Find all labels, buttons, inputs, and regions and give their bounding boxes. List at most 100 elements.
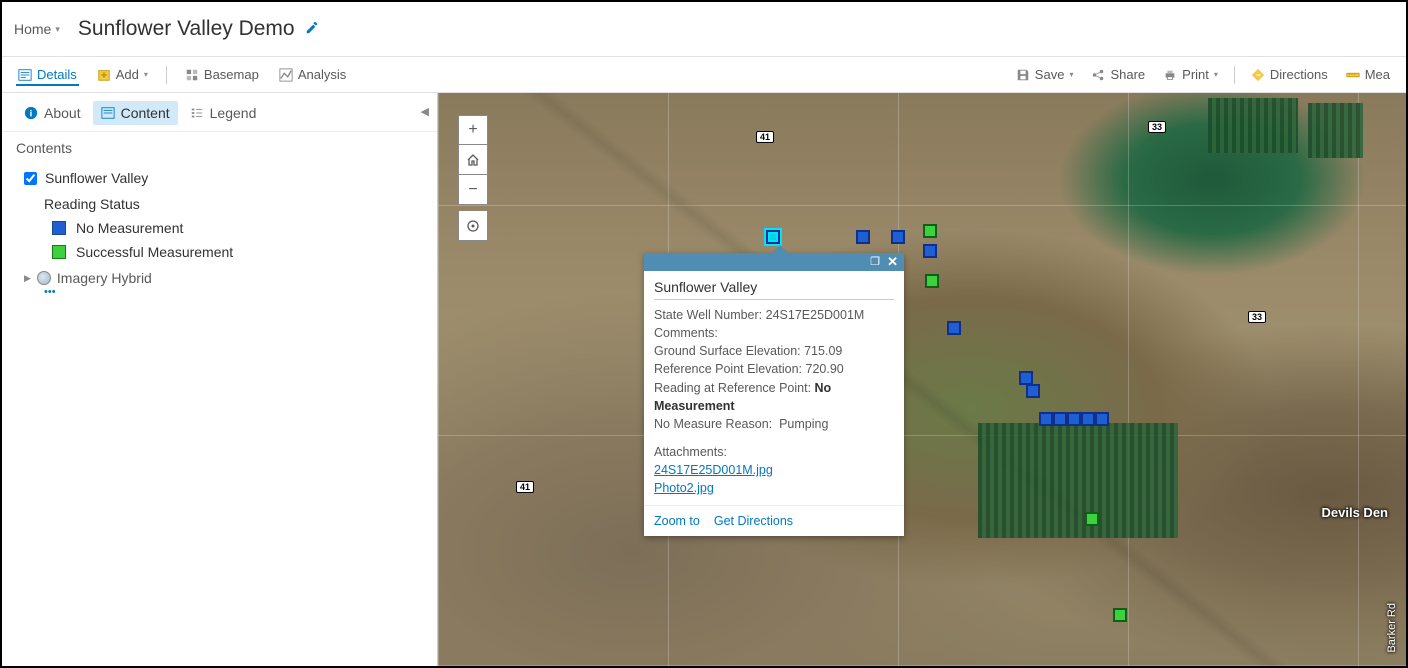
map-canvas[interactable]: + − 41 41 33 33 Devils Den Barker Rd [438,93,1406,666]
highway-shield: 41 [516,481,534,493]
field-label: Reading at Reference Point: [654,381,811,395]
popup-header: ❐ ✕ [644,253,904,271]
popup-title: Sunflower Valley [654,279,894,300]
field-label: Ground Surface Elevation: [654,344,801,358]
field-label: State Well Number: [654,308,762,322]
legend-label: Successful Measurement [76,244,233,260]
details-label: Details [37,67,77,82]
edit-title-icon[interactable] [305,21,319,38]
layer-more-icon[interactable]: ••• [16,286,423,298]
details-button[interactable]: Details [16,63,79,86]
marker-successful[interactable] [925,274,939,288]
farmland-patch [1208,98,1298,153]
marker-successful[interactable] [1113,608,1127,622]
share-button[interactable]: Share [1089,63,1147,86]
marker-no-measurement[interactable] [1026,384,1040,398]
marker-no-measurement[interactable] [1019,371,1033,385]
marker-no-measurement[interactable] [856,230,870,244]
collapse-sidebar-icon[interactable]: ◀ [421,105,429,118]
tab-about[interactable]: i About [16,101,89,125]
globe-icon [37,271,51,285]
basemap-layer-item[interactable]: ▶ Imagery Hybrid [16,264,423,286]
field-label: No Measure Reason: [654,417,772,431]
expand-icon[interactable]: ▶ [24,273,31,284]
analysis-button[interactable]: Analysis [277,63,348,86]
field-value: Pumping [779,417,828,431]
layer-item[interactable]: Sunflower Valley [16,164,423,192]
measure-button[interactable]: Mea [1344,63,1392,86]
marker-no-measurement[interactable] [1053,412,1067,426]
highway-shield: 33 [1148,121,1166,133]
home-menu[interactable]: Home [14,21,60,37]
marker-no-measurement[interactable] [1039,412,1053,426]
legend-label: No Measurement [76,220,183,236]
field-value: 715.09 [804,344,842,358]
home-extent-button[interactable] [458,145,488,175]
field-value: 720.90 [806,362,844,376]
marker-selected[interactable] [766,230,780,244]
directions-label: Directions [1270,67,1328,82]
sidebar: i About Content Legend ◀ Contents Sunflo… [2,93,438,666]
basemap-button[interactable]: Basemap [183,63,261,86]
add-button[interactable]: Add [95,63,150,86]
legend-row: No Measurement [16,216,423,240]
layer-name: Sunflower Valley [45,170,148,186]
attachments-label: Attachments: [654,443,894,461]
zoom-out-button[interactable]: − [458,175,488,205]
svg-text:i: i [30,109,33,120]
feature-popup: ❐ ✕ Sunflower Valley State Well Number: … [644,253,904,536]
field-label: Comments: [654,326,718,340]
attachment-link[interactable]: Photo2.jpg [654,481,714,495]
get-directions-link[interactable]: Get Directions [714,514,793,528]
highway-shield: 41 [756,131,774,143]
add-label: Add [116,67,139,82]
layer-checkbox[interactable] [24,172,37,185]
print-button[interactable]: Print [1161,63,1220,86]
farmland-patch [978,423,1178,538]
zoom-to-link[interactable]: Zoom to [654,514,700,528]
directions-button[interactable]: Directions [1249,63,1330,86]
share-label: Share [1110,67,1145,82]
separator [1234,66,1235,84]
basemap-layer-name: Imagery Hybrid [57,270,152,286]
marker-no-measurement[interactable] [891,230,905,244]
marker-no-measurement[interactable] [1081,412,1095,426]
save-label: Save [1035,67,1065,82]
field-label: Reference Point Elevation: [654,362,802,376]
tab-content[interactable]: Content [93,101,178,125]
basemap-label: Basemap [204,67,259,82]
measure-label: Mea [1365,67,1390,82]
road-label: Barker Rd [1386,603,1398,653]
tab-legend[interactable]: Legend [182,101,265,125]
field-value: 24S17E25D001M [766,308,865,322]
save-button[interactable]: Save [1014,63,1076,86]
sublayer-title: Reading Status [16,192,423,216]
highway-shield: 33 [1248,311,1266,323]
zoom-in-button[interactable]: + [458,115,488,145]
tab-about-label: About [44,105,81,121]
marker-no-measurement[interactable] [947,321,961,335]
legend-row: Successful Measurement [16,240,423,264]
print-label: Print [1182,67,1209,82]
marker-successful[interactable] [1085,512,1099,526]
attachment-link[interactable]: 24S17E25D001M.jpg [654,463,773,477]
popup-tail [772,245,788,253]
map-title: Sunflower Valley Demo [78,17,295,41]
map-background [438,93,1406,666]
marker-no-measurement[interactable] [1067,412,1081,426]
analysis-label: Analysis [298,67,346,82]
marker-no-measurement[interactable] [1095,412,1109,426]
locate-button[interactable] [458,211,488,241]
farmland-patch [1308,103,1363,158]
marker-successful[interactable] [923,224,937,238]
separator [166,66,167,84]
tab-content-label: Content [121,105,170,121]
marker-no-measurement[interactable] [923,244,937,258]
place-label: Devils Den [1322,505,1388,520]
swatch-no-measurement [52,221,66,235]
tab-legend-label: Legend [210,105,257,121]
popup-maximize-icon[interactable]: ❐ [870,255,880,268]
popup-close-icon[interactable]: ✕ [887,254,898,270]
swatch-successful [52,245,66,259]
contents-heading: Contents [2,132,437,160]
